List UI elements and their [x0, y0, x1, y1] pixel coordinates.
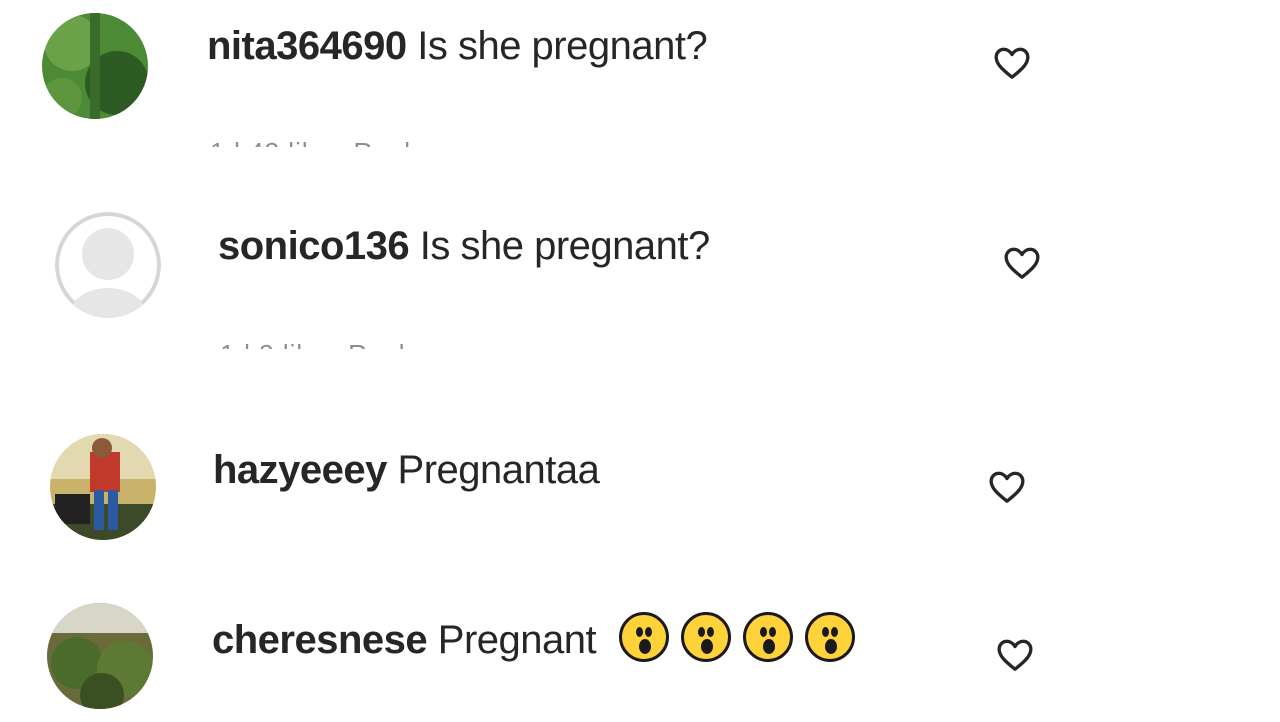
astonished-face-emoji — [742, 612, 793, 662]
comment-meta-clipped: 1d 3 likes Reply — [220, 335, 560, 349]
comment-body: Pregnant — [437, 618, 597, 662]
comment-text-line: nita364690 Is she pregnant? — [207, 22, 708, 70]
comment-username[interactable]: hazyeeey — [213, 448, 387, 492]
comment-body: Pregnantaa — [397, 448, 600, 492]
comment-username[interactable]: sonico136 — [218, 224, 410, 268]
comment-text-line: cheresnese Pregnant — [212, 612, 855, 664]
heart-outline-icon[interactable] — [1002, 243, 1042, 283]
comment-meta-clipped: 1d 43 likes Reply — [210, 133, 570, 147]
avatar[interactable] — [50, 434, 156, 540]
astonished-face-emoji — [618, 612, 669, 662]
astonished-face-emoji — [680, 612, 731, 662]
avatar[interactable] — [42, 13, 148, 119]
heart-outline-icon[interactable] — [995, 635, 1035, 675]
comment-body: Is she pregnant? — [419, 224, 711, 268]
heart-outline-icon[interactable] — [987, 467, 1027, 507]
avatar[interactable] — [47, 603, 153, 709]
avatar[interactable] — [55, 212, 161, 318]
comment-meta: 1d 43 likes Reply — [210, 137, 570, 147]
heart-outline-icon[interactable] — [992, 43, 1032, 83]
comment-body: Is she pregnant? — [417, 24, 708, 68]
comment-username[interactable]: nita364690 — [207, 24, 407, 68]
comment-meta: 1d 3 likes Reply — [220, 339, 560, 349]
comment-text-line: sonico136 Is she pregnant? — [218, 222, 710, 270]
comment-text-line: hazyeeey Pregnantaa — [213, 446, 600, 494]
astonished-face-emoji — [804, 612, 855, 662]
comment-username[interactable]: cheresnese — [212, 618, 428, 662]
